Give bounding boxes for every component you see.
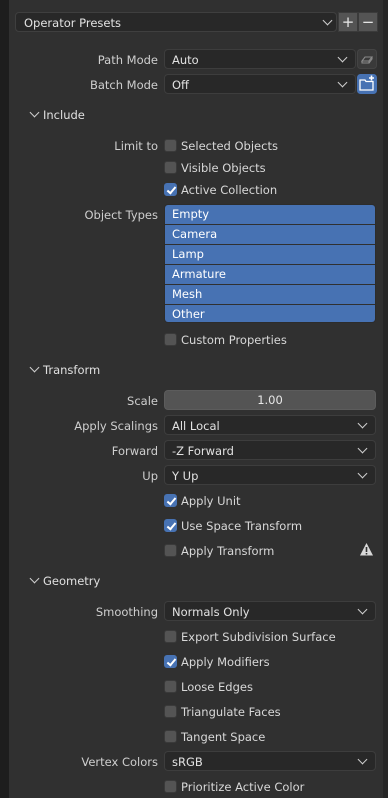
- custom-properties-label: Custom Properties: [181, 333, 287, 347]
- geometry-section-header[interactable]: Geometry: [16, 569, 383, 593]
- checkbox-box[interactable]: [164, 730, 177, 743]
- batch-mode-label: Batch Mode: [89, 78, 158, 92]
- chevron-down-icon: [357, 443, 368, 454]
- selected-objects-label: Selected Objects: [181, 139, 278, 153]
- vertex-colors-value: sRGB: [172, 755, 203, 769]
- remove-preset-button[interactable]: −: [358, 12, 378, 32]
- chevron-down-icon: [322, 15, 333, 26]
- checkbox-box[interactable]: [164, 333, 177, 346]
- checkbox-box[interactable]: [164, 139, 177, 152]
- path-mode-value: Auto: [172, 53, 199, 67]
- use-space-transform-label: Use Space Transform: [181, 519, 303, 533]
- warning-icon: [359, 542, 374, 557]
- path-mode-label: Path Mode: [97, 53, 158, 67]
- checkbox-box[interactable]: [164, 630, 177, 643]
- checkbox-box[interactable]: [164, 161, 177, 174]
- viewport-edge: [383, 0, 388, 798]
- object-types-list: Empty Camera Lamp Armature Mesh Other: [164, 204, 376, 323]
- operator-presets-label: Operator Presets: [24, 16, 121, 30]
- limit-to-label: Limit to: [114, 139, 158, 153]
- include-section-title: Include: [43, 108, 85, 122]
- scale-field[interactable]: 1.00: [164, 390, 376, 410]
- smoothing-dropdown[interactable]: Normals Only: [164, 601, 376, 621]
- object-type-other[interactable]: Other: [165, 305, 375, 322]
- forward-value: -Z Forward: [172, 444, 234, 458]
- object-type-mesh[interactable]: Mesh: [165, 285, 375, 304]
- chevron-down-icon: [29, 573, 40, 584]
- scale-label: Scale: [127, 394, 158, 408]
- smoothing-value: Normals Only: [172, 605, 250, 619]
- checkbox-box[interactable]: [164, 544, 177, 557]
- prioritize-active-color-label: Prioritize Active Color: [181, 780, 305, 794]
- triangulate-faces-label: Triangulate Faces: [181, 705, 281, 719]
- apply-scalings-label: Apply Scalings: [74, 419, 158, 433]
- transform-section-header[interactable]: Transform: [16, 358, 383, 382]
- object-type-empty[interactable]: Empty: [165, 205, 375, 224]
- batch-own-dir-icon[interactable]: [357, 74, 377, 94]
- apply-modifiers-label: Apply Modifiers: [181, 655, 270, 669]
- chevron-down-icon: [357, 418, 368, 429]
- embed-textures-icon[interactable]: [357, 49, 377, 69]
- vertex-colors-label: Vertex Colors: [81, 755, 158, 769]
- batch-mode-value: Off: [172, 78, 189, 92]
- object-type-lamp[interactable]: Lamp: [165, 245, 375, 264]
- batch-mode-dropdown[interactable]: Off: [164, 74, 356, 94]
- loose-edges-label: Loose Edges: [181, 680, 253, 694]
- geometry-section-title: Geometry: [43, 574, 101, 588]
- smoothing-label: Smoothing: [95, 605, 158, 619]
- object-type-camera[interactable]: Camera: [165, 225, 375, 244]
- chevron-down-icon: [357, 604, 368, 615]
- chevron-down-icon: [29, 107, 40, 118]
- tangent-space-label: Tangent Space: [181, 730, 266, 744]
- chevron-down-icon: [357, 754, 368, 765]
- chevron-down-icon: [337, 52, 348, 63]
- vertex-colors-dropdown[interactable]: sRGB: [164, 751, 376, 771]
- checkbox-box-checked[interactable]: [164, 183, 177, 196]
- checkbox-box-checked[interactable]: [164, 655, 177, 668]
- up-dropdown[interactable]: Y Up: [164, 465, 376, 485]
- apply-scalings-value: All Local: [172, 419, 220, 433]
- apply-transform-label: Apply Transform: [181, 544, 275, 558]
- chevron-down-icon: [29, 362, 40, 373]
- forward-dropdown[interactable]: -Z Forward: [164, 440, 376, 460]
- checkbox-box-checked[interactable]: [164, 494, 177, 507]
- apply-unit-label: Apply Unit: [181, 494, 241, 508]
- forward-label: Forward: [111, 444, 158, 458]
- path-mode-dropdown[interactable]: Auto: [164, 49, 356, 69]
- object-types-label: Object Types: [84, 208, 158, 222]
- object-type-armature[interactable]: Armature: [165, 265, 375, 284]
- up-value: Y Up: [172, 469, 199, 483]
- apply-scalings-dropdown[interactable]: All Local: [164, 415, 376, 435]
- visible-objects-label: Visible Objects: [181, 161, 266, 175]
- checkbox-box[interactable]: [164, 680, 177, 693]
- operator-presets-dropdown[interactable]: Operator Presets: [15, 12, 337, 32]
- checkbox-box-checked[interactable]: [164, 519, 177, 532]
- active-collection-label: Active Collection: [181, 183, 278, 197]
- checkbox-box[interactable]: [164, 705, 177, 718]
- export-subdivision-label: Export Subdivision Surface: [181, 630, 336, 644]
- up-label: Up: [142, 469, 158, 483]
- chevron-down-icon: [357, 468, 368, 479]
- chevron-down-icon: [337, 77, 348, 88]
- transform-section-title: Transform: [43, 363, 101, 377]
- include-section-header[interactable]: Include: [16, 103, 383, 127]
- add-preset-button[interactable]: +: [338, 12, 358, 32]
- checkbox-box[interactable]: [164, 780, 177, 793]
